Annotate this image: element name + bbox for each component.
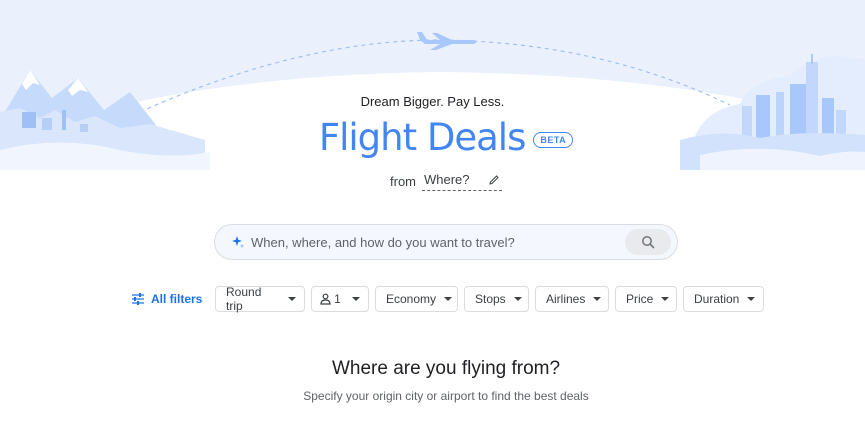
airlines-label: Airlines xyxy=(546,292,586,306)
hero-tagline: Dream Bigger. Pay Less. xyxy=(360,94,505,109)
origin-field[interactable]: Where? xyxy=(422,172,502,191)
cabin-class-label: Economy xyxy=(386,292,437,306)
stops-label: Stops xyxy=(475,292,506,306)
hero-title-row: Flight Deals BETA xyxy=(0,116,865,160)
cabin-class-dropdown[interactable]: Economy xyxy=(375,286,458,312)
origin-prefix: from xyxy=(390,174,416,189)
duration-label: Duration xyxy=(694,292,740,306)
sparkle-icon xyxy=(232,236,244,248)
airlines-dropdown[interactable]: Airlines xyxy=(535,286,609,312)
passengers-label: 1 xyxy=(334,292,341,306)
search-bar[interactable]: When, where, and how do you want to trav… xyxy=(214,224,678,260)
price-label: Price xyxy=(626,292,654,306)
page-title: Flight Deals xyxy=(318,116,527,159)
all-filters-label: All filters xyxy=(151,292,203,306)
trip-type-dropdown[interactable]: Round trip xyxy=(215,285,305,313)
person-icon xyxy=(320,293,331,305)
duration-dropdown[interactable]: Duration xyxy=(683,286,764,312)
stops-dropdown[interactable]: Stops xyxy=(464,286,529,312)
origin-selector: from Where? xyxy=(0,172,865,191)
filter-bar: All filters Round trip 1 Economy Stops A… xyxy=(0,285,865,313)
search-button[interactable] xyxy=(625,229,671,255)
chevron-down-icon xyxy=(288,297,296,301)
chevron-down-icon xyxy=(444,297,453,301)
trip-type-label: Round trip xyxy=(226,285,262,313)
passengers-dropdown[interactable]: 1 xyxy=(311,286,369,312)
beta-badge: BETA xyxy=(533,132,574,148)
tune-icon xyxy=(132,293,144,305)
search-input[interactable]: When, where, and how do you want to trav… xyxy=(251,235,625,250)
chevron-down-icon xyxy=(352,297,360,301)
chevron-down-icon xyxy=(593,297,602,301)
price-dropdown[interactable]: Price xyxy=(615,286,677,312)
chevron-down-icon xyxy=(513,297,522,301)
all-filters-button[interactable]: All filters xyxy=(131,286,202,312)
empty-state-subtitle: Specify your origin city or airport to f… xyxy=(303,389,589,403)
empty-state-title: Where are you flying from? xyxy=(331,358,561,379)
chevron-down-icon xyxy=(747,297,756,301)
pencil-icon[interactable] xyxy=(488,174,500,186)
search-icon xyxy=(642,236,655,249)
chevron-down-icon xyxy=(661,297,670,301)
origin-value: Where? xyxy=(424,172,470,187)
